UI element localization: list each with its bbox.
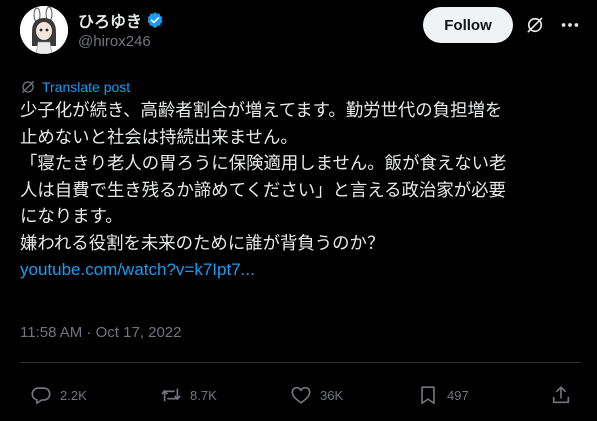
tweet-text: 少子化が続き、高齢者割合が増えてます。勤労世代の負担増を 止めないと社会は持続出… bbox=[20, 98, 586, 284]
tweet-line: 人は自費で生き残るか諦めてください」と言える政治家が必要 bbox=[20, 180, 506, 201]
bookmark-button[interactable]: 497 bbox=[417, 384, 469, 406]
more-icon[interactable] bbox=[559, 14, 581, 36]
translate-icon bbox=[22, 81, 34, 93]
translate-post-link[interactable]: Translate post bbox=[42, 79, 130, 95]
repost-count: 8.7K bbox=[190, 387, 217, 403]
tweet-link[interactable]: youtube.com/watch?v=k7Ipt7... bbox=[20, 260, 255, 279]
divider bbox=[20, 362, 581, 363]
tweet-line: 止めないと社会は持続出来ません。 bbox=[20, 127, 298, 148]
avatar-image bbox=[20, 6, 68, 54]
tweet-header: ひろゆき @hirox246 Follow bbox=[20, 6, 581, 54]
author-names: ひろゆき @hirox246 bbox=[78, 9, 164, 50]
reply-button[interactable]: 2.2K bbox=[30, 384, 87, 406]
verified-badge-icon[interactable] bbox=[146, 11, 164, 29]
tweet-line: 「寝たきり老人の胃ろうに保険適用しません。飯が食えない老 bbox=[20, 154, 507, 174]
bookmark-icon bbox=[421, 386, 435, 405]
grok-icon[interactable] bbox=[525, 15, 545, 35]
bookmark-count: 497 bbox=[447, 387, 469, 403]
display-name[interactable]: ひろゆき bbox=[78, 8, 142, 32]
tweet-line: 少子化が続き、高齢者割合が増えてます。勤労世代の負担増を bbox=[20, 101, 503, 121]
reply-count: 2.2K bbox=[60, 387, 87, 403]
share-icon bbox=[552, 386, 570, 404]
tweet-timestamp[interactable]: 11:58 AM · Oct 17, 2022 bbox=[20, 324, 181, 341]
repost-icon bbox=[161, 388, 181, 402]
repost-button[interactable]: 8.7K bbox=[160, 384, 217, 406]
tweet-line: になります。 bbox=[20, 207, 123, 227]
action-bar: 2.2K 8.7K 36K 497 bbox=[20, 384, 586, 412]
share-button[interactable] bbox=[550, 384, 572, 406]
heart-icon bbox=[291, 386, 311, 404]
reply-icon bbox=[31, 387, 51, 405]
avatar[interactable] bbox=[20, 6, 68, 54]
like-count: 36K bbox=[320, 387, 344, 403]
tweet-line: 嫌われる役割を未来のために誰が背負うのか？ bbox=[20, 233, 385, 254]
follow-button[interactable]: Follow bbox=[423, 7, 513, 43]
like-button[interactable]: 36K bbox=[290, 384, 343, 406]
display-name-row: ひろゆき bbox=[78, 9, 164, 31]
author-handle[interactable]: @hirox246 bbox=[78, 33, 164, 50]
translate-row[interactable]: Translate post bbox=[20, 78, 130, 96]
